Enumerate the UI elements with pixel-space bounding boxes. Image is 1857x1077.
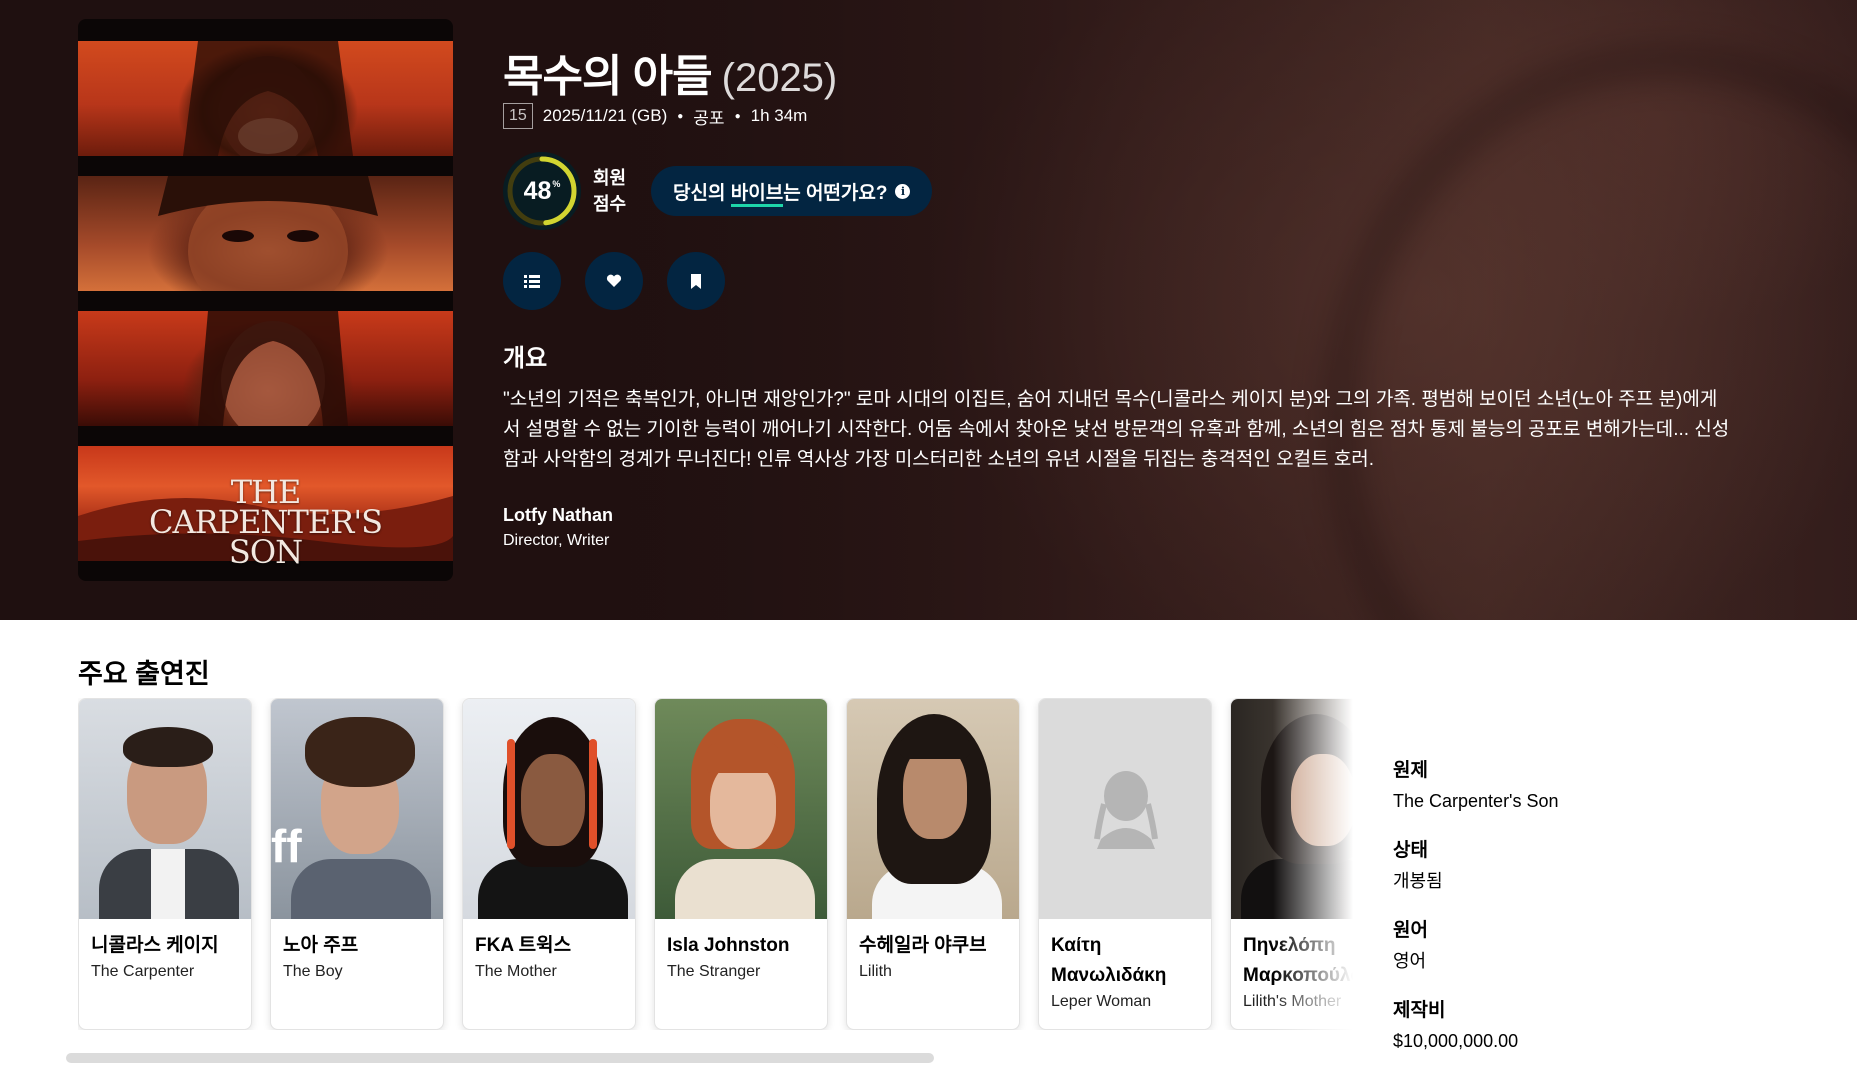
- title-row: 목수의 아들 (2025): [503, 40, 1753, 101]
- cast-card[interactable]: ff 노아 주프 The Boy: [270, 698, 444, 1030]
- fact-label: 제작비: [1393, 1000, 1446, 1021]
- separator-dot: ●: [734, 110, 741, 122]
- cast-fade-overlay: [1273, 698, 1353, 1030]
- poster-face-art: [183, 41, 353, 156]
- bookmark-icon: [691, 273, 701, 289]
- poster-face-art: [198, 311, 348, 426]
- cast-character: Lilith: [859, 963, 892, 980]
- cast-photo: [79, 699, 251, 919]
- cast-card[interactable]: 니콜라스 케이지 The Carpenter: [78, 698, 252, 1030]
- cast-name: FKA 트윅스: [475, 935, 572, 956]
- poster-face-art: [158, 176, 378, 291]
- cast-heading: 주요 출연진: [78, 659, 210, 689]
- list-icon: [524, 275, 540, 288]
- release-year: (2025): [721, 56, 838, 100]
- cast-name: 수헤일라 야쿠브: [859, 935, 987, 956]
- favorite-button[interactable]: [585, 252, 643, 310]
- fact-label: 상태: [1393, 840, 1428, 861]
- poster-panel: [78, 41, 453, 156]
- fact-status: 상태 개봉됨: [1393, 837, 1813, 895]
- score-label: 회원 점수: [593, 168, 627, 214]
- cast-card[interactable]: Καίτη Μανωλιδάκη Leper Woman: [1038, 698, 1212, 1030]
- cast-list: 니콜라스 케이지 The Carpenter ff 노아 주프 The Boy: [78, 698, 1353, 1030]
- cast-scrollbar[interactable]: [66, 1053, 1356, 1065]
- overview-text: "소년의 기적은 축복인가, 아니면 재앙인가?" 로마 시대의 이집트, 숨어…: [503, 389, 1730, 470]
- cast-scrollbar-thumb[interactable]: [66, 1053, 934, 1063]
- cast-character: The Mother: [475, 963, 557, 980]
- certification-badge: 15: [503, 103, 533, 129]
- movie-poster[interactable]: THE CARPENTER'S SON: [78, 19, 453, 581]
- cast-card[interactable]: FKA 트윅스 The Mother: [462, 698, 636, 1030]
- vibe-prefix: 당신의: [673, 182, 731, 204]
- poster-panel: [78, 176, 453, 291]
- fact-budget: 제작비 $10,000,000.00: [1393, 997, 1813, 1055]
- separator-dot: ●: [677, 110, 684, 122]
- movie-title[interactable]: 목수의 아들: [503, 40, 713, 104]
- action-buttons: [503, 252, 1753, 310]
- cast-name: Καίτη Μανωλιδάκη: [1051, 935, 1167, 986]
- fact-label: 원어: [1393, 920, 1428, 941]
- facts-sidebar: 원제 The Carpenter's Son 상태 개봉됨 원어 영어 제작비 …: [1393, 757, 1813, 1077]
- fact-value: The Carpenter's Son: [1393, 791, 1559, 811]
- movie-facts: 15 2025/11/21 (GB) ● 공포 ● 1h 34m: [503, 102, 1753, 130]
- cast-character: Leper Woman: [1051, 993, 1152, 1010]
- cast-photo: [655, 699, 827, 919]
- cast-character: The Carpenter: [91, 963, 195, 980]
- movie-header: THE CARPENTER'S SON 목수의 아들 (2025) 15 202…: [0, 0, 1857, 620]
- cast-card[interactable]: 수헤일라 야쿠브 Lilith: [846, 698, 1020, 1030]
- cast-photo-placeholder: [1039, 699, 1211, 919]
- cast-character: The Boy: [283, 963, 343, 980]
- movie-info: 목수의 아들 (2025) 15 2025/11/21 (GB) ● 공포 ● …: [503, 40, 1753, 550]
- poster-title-art: THE CARPENTER'S SON: [148, 473, 383, 571]
- overview-heading: 개요: [503, 345, 548, 372]
- cast-character: The Stranger: [667, 963, 761, 980]
- release-date: 2025/11/21 (GB): [542, 106, 668, 125]
- user-score-chart[interactable]: 48%: [503, 152, 581, 230]
- poster-panel: [78, 311, 453, 426]
- cast-name: 니콜라스 케이지: [91, 935, 219, 956]
- fact-original-language: 원어 영어: [1393, 917, 1813, 975]
- cast-name: Isla Johnston: [667, 935, 790, 956]
- crew-name[interactable]: Lotfy Nathan: [503, 505, 1753, 526]
- vibe-button[interactable]: 당신의 바이브는 어떤가요? i: [651, 166, 933, 216]
- vibe-suffix: 는 어떤가요?: [783, 182, 888, 204]
- cast-name: 노아 주프: [283, 935, 359, 956]
- cast-photo: ff: [271, 699, 443, 919]
- score-value: 48%: [523, 176, 561, 205]
- fact-value: 개봉됨: [1393, 871, 1443, 891]
- fact-value: $10,000,000.00: [1393, 1031, 1519, 1051]
- crew-job: Director, Writer: [503, 532, 610, 549]
- cast-photo: [463, 699, 635, 919]
- vibe-highlight: 바이브: [730, 182, 784, 207]
- cast-card[interactable]: Isla Johnston The Stranger: [654, 698, 828, 1030]
- heart-icon: [606, 274, 622, 287]
- info-icon: i: [895, 183, 911, 199]
- fact-label: 원제: [1393, 760, 1428, 781]
- runtime: 1h 34m: [750, 106, 808, 125]
- cast-scroller[interactable]: 니콜라스 케이지 The Carpenter ff 노아 주프 The Boy: [78, 698, 1353, 1030]
- fact-original-title: 원제 The Carpenter's Son: [1393, 757, 1813, 815]
- crew-item: Lotfy Nathan Director, Writer: [503, 505, 1753, 550]
- person-placeholder-icon: [1094, 771, 1158, 849]
- score-row: 48% 회원 점수 당신의 바이브는 어떤가요? i: [503, 152, 1753, 230]
- cast-photo: [847, 699, 1019, 919]
- watchlist-button[interactable]: [667, 252, 725, 310]
- add-to-list-button[interactable]: [503, 252, 561, 310]
- genre-link[interactable]: 공포: [693, 104, 724, 129]
- fact-value: 영어: [1393, 951, 1427, 971]
